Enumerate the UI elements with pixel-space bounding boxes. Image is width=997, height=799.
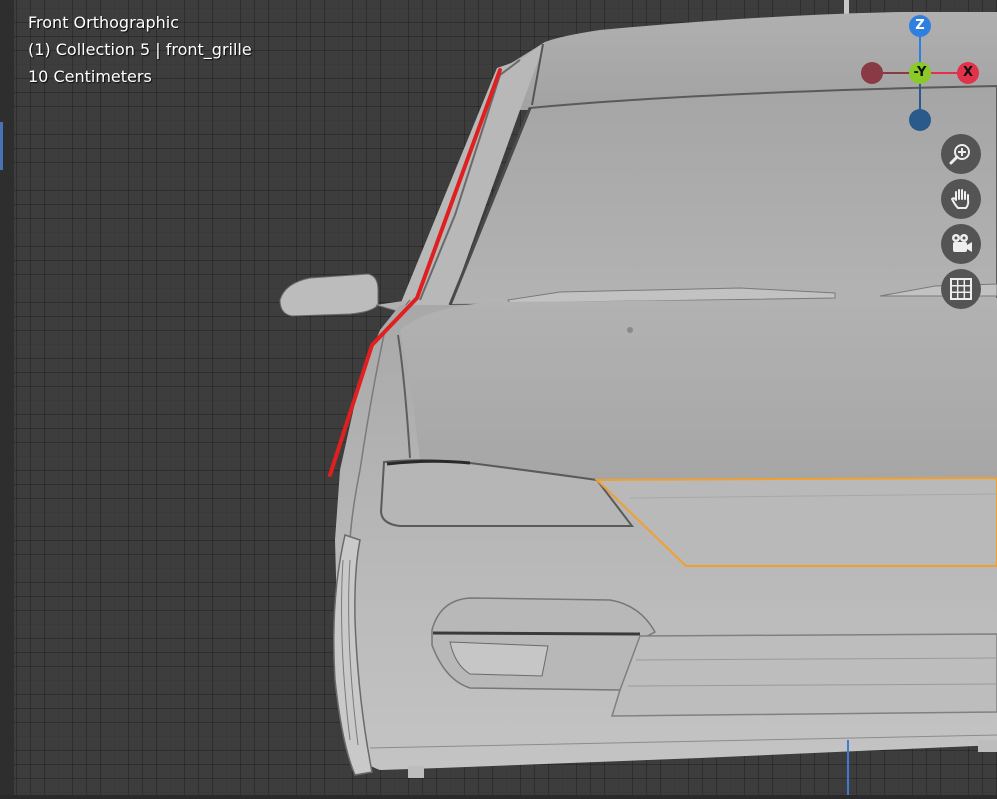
- region-marker: [0, 122, 3, 170]
- lower-intake: [610, 633, 997, 717]
- camera-view-button[interactable]: [941, 224, 981, 264]
- pan-hand-icon: [951, 189, 970, 209]
- zoom-icon: [949, 144, 970, 165]
- x-axis-ball[interactable]: X: [957, 62, 979, 84]
- viewport-left-edge: [0, 0, 14, 799]
- car-model[interactable]: [0, 0, 997, 799]
- neg-y-axis-ball[interactable]: -Y: [909, 62, 931, 84]
- perspective-toggle-button[interactable]: [941, 269, 981, 309]
- neg-z-axis-ball[interactable]: [909, 109, 931, 131]
- 3d-viewport[interactable]: Front Orthographic (1) Collection 5 | fr…: [0, 0, 997, 799]
- camera-icon: [952, 234, 972, 252]
- side-mirror: [279, 273, 379, 317]
- grid-scale-label: 10 Centimeters: [28, 67, 152, 86]
- object-info-label: (1) Collection 5 | front_grille: [28, 40, 252, 59]
- pan-button[interactable]: [941, 179, 981, 219]
- neg-x-axis-ball[interactable]: [861, 62, 883, 84]
- hood: [400, 298, 997, 480]
- z-axis-ball[interactable]: Z: [909, 15, 931, 37]
- viewport-bottom-edge: [0, 795, 997, 799]
- zoom-button[interactable]: [941, 134, 981, 174]
- view-name-label: Front Orthographic: [28, 13, 180, 32]
- grid-toggle-icon: [950, 278, 972, 300]
